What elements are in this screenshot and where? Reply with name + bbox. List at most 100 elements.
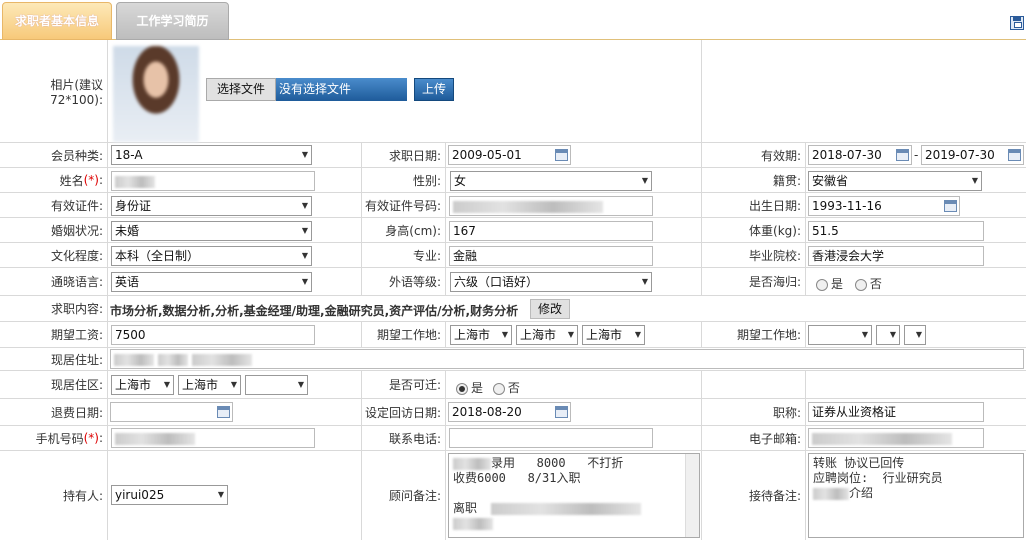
row-marital: 婚姻状况: 未婚 身高(cm): 167 体重(kg): 51.5 (0, 218, 1026, 243)
row-area: 现居住区: 上海市 上海市 是否可迁: 是 否 (0, 371, 1026, 399)
area-city-select[interactable]: 上海市 (178, 375, 241, 395)
row-id: 有效证件: 身份证 有效证件号码: 出生日期: 1993-11-16 (0, 193, 1026, 218)
area-district-select[interactable] (245, 375, 308, 395)
consultant-note-cell: 录用 8000 不打折 收费6000 8/31入职 离职 (446, 451, 702, 540)
visit-date-label: 设定回访日期: (362, 399, 446, 425)
calendar-icon[interactable] (896, 149, 909, 161)
scrollbar[interactable] (685, 454, 699, 537)
validity-to-input[interactable]: 2019-07-30 (921, 145, 1024, 165)
mobile-input[interactable] (111, 428, 315, 448)
upload-button[interactable]: 上传 (414, 78, 454, 101)
holder-select[interactable]: yirui025 (111, 485, 228, 505)
file-name-display: 没有选择文件 (276, 78, 407, 101)
height-cell: 167 (446, 218, 702, 242)
school-input[interactable]: 香港浸会大学 (808, 246, 984, 266)
language-select[interactable]: 英语 (111, 272, 312, 292)
choose-file-button[interactable]: 选择文件 (206, 78, 276, 101)
consultant-note-label: 顾问备注: (362, 451, 446, 540)
language-level-select[interactable]: 六级（口语好） (450, 272, 652, 292)
id-number-label: 有效证件号码: (362, 193, 446, 217)
relocate-no-radio[interactable] (492, 382, 505, 395)
school-label: 毕业院校: (702, 243, 806, 267)
colon: : (98, 173, 103, 187)
visit-date-input[interactable]: 2018-08-20 (448, 402, 571, 422)
relocate-yes-radio[interactable] (456, 382, 468, 395)
required-mark: (*) (83, 431, 99, 445)
visit-date-value: 2018-08-20 (452, 405, 522, 419)
consultant-note-textarea[interactable]: 录用 8000 不打折 收费6000 8/31入职 离职 (448, 453, 700, 538)
calendar-icon[interactable] (555, 406, 568, 418)
id-type-select[interactable]: 身份证 (111, 196, 312, 216)
reception-note-textarea[interactable]: 转账 协议已回传 应聘岗位: 行业研究员 介绍 (808, 453, 1024, 538)
mobile-label: 手机号码 (*): (0, 426, 108, 450)
location2-province-select[interactable] (808, 325, 872, 345)
weight-input[interactable]: 51.5 (808, 221, 984, 241)
marital-cell: 未婚 (108, 218, 362, 242)
relocate-yes-label: 是 (471, 381, 484, 395)
returnee-label: 是否海归: (702, 268, 806, 295)
height-label: 身高(cm): (362, 218, 446, 242)
tab-resume[interactable]: 工作学习简历 (116, 2, 229, 40)
edit-button[interactable]: 修改 (530, 299, 570, 319)
language-cell: 英语 (108, 268, 362, 295)
refund-date-input[interactable] (110, 402, 233, 422)
native-place-select[interactable]: 安徽省 (808, 171, 982, 191)
native-place-cell: 安徽省 (806, 168, 1026, 192)
calendar-icon[interactable] (1008, 149, 1021, 161)
tab-bar: 求职者基本信息 工作学习简历 (0, 0, 1026, 40)
title-input[interactable]: 证券从业资格证 (808, 402, 984, 422)
birth-date-input[interactable]: 1993-11-16 (808, 196, 960, 216)
email-input[interactable] (808, 428, 984, 448)
validity-dash: - (914, 148, 919, 162)
location2-district-select[interactable] (904, 325, 926, 345)
weight-cell: 51.5 (806, 218, 1026, 242)
calendar-icon[interactable] (944, 200, 957, 212)
education-cell: 本科（全日制） (108, 243, 362, 267)
id-number-input[interactable] (449, 196, 653, 216)
consultant-note-line: 录用 8000 不打折 (491, 456, 624, 470)
title-label: 职称: (702, 399, 806, 425)
save-icon[interactable] (1010, 16, 1024, 30)
address-input[interactable] (110, 349, 1024, 369)
row-contact: 手机号码 (*): 联系电话: 电子邮箱: (0, 426, 1026, 451)
row-salary: 期望工资: 7500 期望工作地: 上海市 上海市 上海市 期望工作地: (0, 322, 1026, 348)
salary-input[interactable]: 7500 (111, 325, 315, 345)
telephone-input[interactable] (449, 428, 653, 448)
gender-label: 性别: (362, 168, 446, 192)
major-input[interactable]: 金融 (449, 246, 653, 266)
redacted-text (191, 353, 252, 366)
calendar-icon[interactable] (217, 406, 230, 418)
returnee-no-radio[interactable] (854, 278, 867, 291)
apply-date-input[interactable]: 2009-05-01 (448, 145, 571, 165)
location2-city-select[interactable] (876, 325, 900, 345)
name-input[interactable] (111, 171, 315, 191)
validity-from-input[interactable]: 2018-07-30 (808, 145, 912, 165)
relocate-label: 是否可迁: (362, 371, 446, 398)
name-label: 姓名 (*): (0, 168, 108, 192)
redacted-text (157, 353, 188, 366)
required-mark: (*) (83, 173, 99, 187)
location-province-select[interactable]: 上海市 (450, 325, 512, 345)
relocate-no-label: 否 (507, 381, 520, 395)
marital-select[interactable]: 未婚 (111, 221, 312, 241)
weight-label: 体重(kg): (702, 218, 806, 242)
education-select[interactable]: 本科（全日制） (111, 246, 312, 266)
language-level-label: 外语等级: (362, 268, 446, 295)
redacted-text (115, 175, 155, 188)
gender-cell: 女 (446, 168, 702, 192)
location-district-select[interactable]: 上海市 (582, 325, 645, 345)
area-province-select[interactable]: 上海市 (111, 375, 174, 395)
height-input[interactable]: 167 (449, 221, 653, 241)
apply-date-label: 求职日期: (362, 143, 446, 167)
job-content-label: 求职内容: (0, 296, 108, 321)
telephone-cell (446, 426, 702, 450)
location-city-select[interactable]: 上海市 (516, 325, 578, 345)
tab-basic-info[interactable]: 求职者基本信息 (2, 2, 112, 40)
reception-note-cell: 转账 协议已回传 应聘岗位: 行业研究员 介绍 (806, 451, 1026, 540)
gender-select[interactable]: 女 (450, 171, 652, 191)
calendar-icon[interactable] (555, 149, 568, 161)
member-type-select[interactable]: 18-A (111, 145, 312, 165)
redacted-text (453, 517, 493, 530)
expected-location-label: 期望工作地: (362, 322, 446, 347)
returnee-yes-radio[interactable] (816, 278, 828, 291)
